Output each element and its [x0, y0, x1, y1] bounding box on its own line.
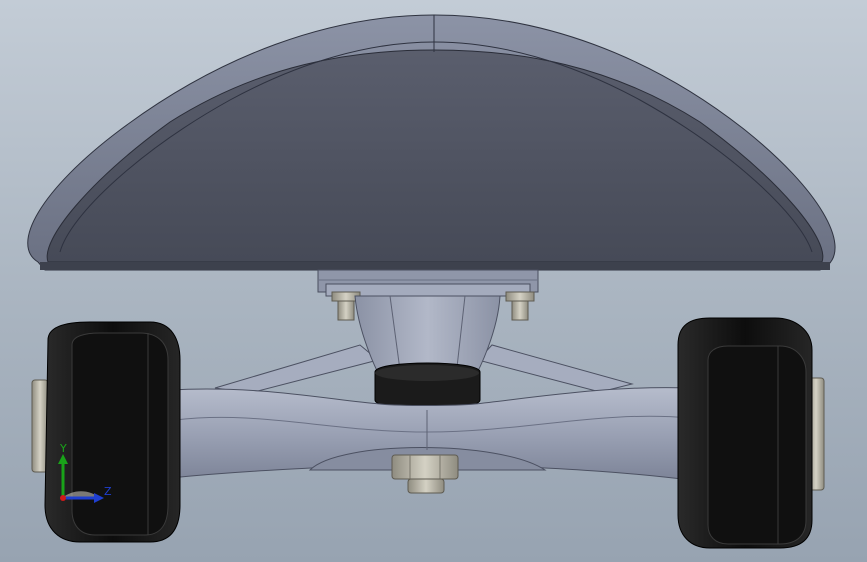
- deck[interactable]: [27, 14, 836, 271]
- deck-bottom-edge: [40, 262, 830, 270]
- skateboard-3d-model[interactable]: [0, 0, 867, 562]
- triad-z-label: Z: [104, 485, 112, 498]
- wheel-right[interactable]: [677, 317, 825, 549]
- orientation-triad: Y Z: [58, 442, 112, 503]
- triad-z-arrow: [94, 493, 104, 503]
- bushing: [374, 362, 481, 410]
- kingpin-nut: [391, 454, 459, 494]
- triad-y-arrow: [58, 454, 68, 464]
- deck-top-surface: [46, 49, 824, 263]
- cad-viewport[interactable]: Y Z: [0, 0, 867, 562]
- triad-x-axis-dot: [60, 495, 66, 501]
- mounting-bolt-right: [505, 291, 535, 321]
- triad-y-label: Y: [59, 442, 67, 455]
